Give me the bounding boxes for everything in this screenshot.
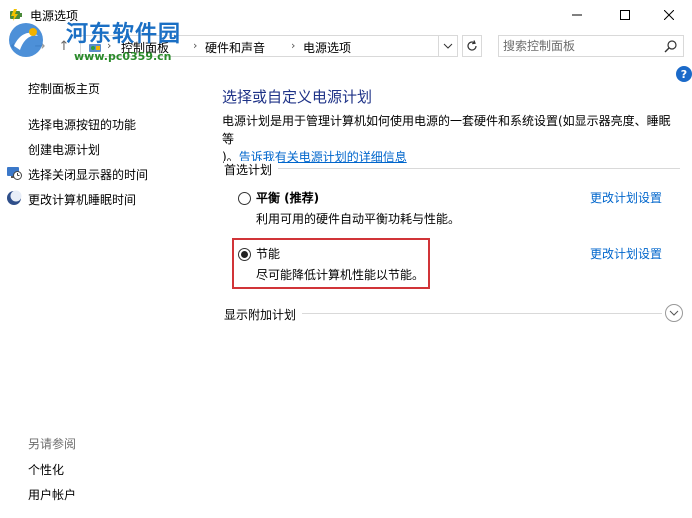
sidebar-item-power-button[interactable]: 选择电源按钮的功能 <box>28 116 136 133</box>
plan-desc-power-saver: 尽可能降低计算机性能以节能。 <box>256 268 425 282</box>
plan-desc-balanced: 利用可用的硬件自动平衡功耗与性能。 <box>256 212 461 226</box>
up-button[interactable]: ↑ <box>56 38 72 54</box>
maximize-icon <box>620 10 630 20</box>
back-button[interactable]: ← <box>8 38 24 54</box>
maximize-button[interactable] <box>602 0 648 30</box>
forward-arrow-icon: → <box>34 38 46 54</box>
divider <box>274 168 680 169</box>
plan-radio-balanced[interactable] <box>238 192 251 205</box>
breadcrumb-separator-icon: › <box>291 39 296 52</box>
show-additional-plans-label[interactable]: 显示附加计划 <box>224 306 303 323</box>
page-description: 电源计划是用于管理计算机如何使用电源的一套硬件和系统设置(如显示器亮度、睡眠等 … <box>222 112 682 166</box>
refresh-icon <box>467 40 477 51</box>
chevron-down-circle-icon <box>669 310 679 316</box>
expand-additional-plans-button[interactable] <box>665 304 683 322</box>
breadcrumb-separator-icon: › <box>107 39 112 52</box>
divider <box>300 313 662 314</box>
monitor-clock-icon <box>7 167 22 180</box>
breadcrumb-hardware-sound[interactable]: 硬件和声音 <box>205 39 265 56</box>
see-also-heading: 另请参阅 <box>28 437 77 451</box>
sidebar: 控制面板主页 选择电源按钮的功能 创建电源计划 选择关闭显示器的时间 更改计算机… <box>0 62 200 518</box>
moon-sleep-icon <box>7 190 22 205</box>
sidebar-item-personalization[interactable]: 个性化 <box>28 461 64 478</box>
close-button[interactable] <box>646 0 692 30</box>
main-content: 选择或自定义电源计划 电源计划是用于管理计算机如何使用电源的一套硬件和系统设置(… <box>222 62 692 518</box>
plan-name-power-saver[interactable]: 节能 <box>256 245 280 262</box>
sidebar-item-display-off[interactable]: 选择关闭显示器的时间 <box>28 166 148 183</box>
page-title: 选择或自定义电源计划 <box>222 88 373 106</box>
refresh-button[interactable] <box>462 35 482 57</box>
description-text: 电源计划是用于管理计算机如何使用电源的一套硬件和系统设置(如显示器亮度、睡眠等 <box>222 114 671 146</box>
close-icon <box>664 10 674 20</box>
minimize-icon <box>572 14 582 16</box>
minimize-button[interactable] <box>554 0 600 30</box>
plan-radio-power-saver[interactable] <box>238 248 251 261</box>
up-arrow-icon: ↑ <box>58 38 70 54</box>
breadcrumb-control-panel[interactable]: 控制面板 <box>121 39 169 56</box>
sidebar-item-create-plan[interactable]: 创建电源计划 <box>28 141 100 158</box>
change-plan-settings-power-saver[interactable]: 更改计划设置 <box>590 245 662 262</box>
forward-button[interactable]: → <box>32 38 48 54</box>
chevron-down-icon <box>443 43 453 49</box>
navigation-bar: ← → ↑ › 控制面板 › 硬件和声音 › 电源选项 <box>0 32 692 60</box>
address-dropdown-button[interactable] <box>438 35 458 57</box>
control-panel-icon <box>89 44 101 52</box>
address-bar[interactable]: › 控制面板 › 硬件和声音 › 电源选项 <box>80 35 458 57</box>
search-box[interactable] <box>498 35 684 57</box>
window-title: 电源选项 <box>30 9 79 23</box>
search-icon[interactable] <box>663 39 679 55</box>
power-options-icon <box>10 9 22 21</box>
plan-name-balanced[interactable]: 平衡 (推荐) <box>256 189 319 206</box>
sidebar-item-home[interactable]: 控制面板主页 <box>28 80 100 97</box>
breadcrumb-separator-icon: › <box>193 39 198 52</box>
preferred-plans-label: 首选计划 <box>224 161 279 178</box>
back-arrow-icon: ← <box>10 38 22 54</box>
search-input[interactable] <box>503 38 653 54</box>
breadcrumb-power-options[interactable]: 电源选项 <box>303 39 351 56</box>
title-bar: 电源选项 <box>0 0 692 30</box>
sidebar-item-user-accounts[interactable]: 用户帐户 <box>28 486 76 503</box>
sidebar-item-sleep-time[interactable]: 更改计算机睡眠时间 <box>28 191 136 208</box>
change-plan-settings-balanced[interactable]: 更改计划设置 <box>590 189 662 206</box>
